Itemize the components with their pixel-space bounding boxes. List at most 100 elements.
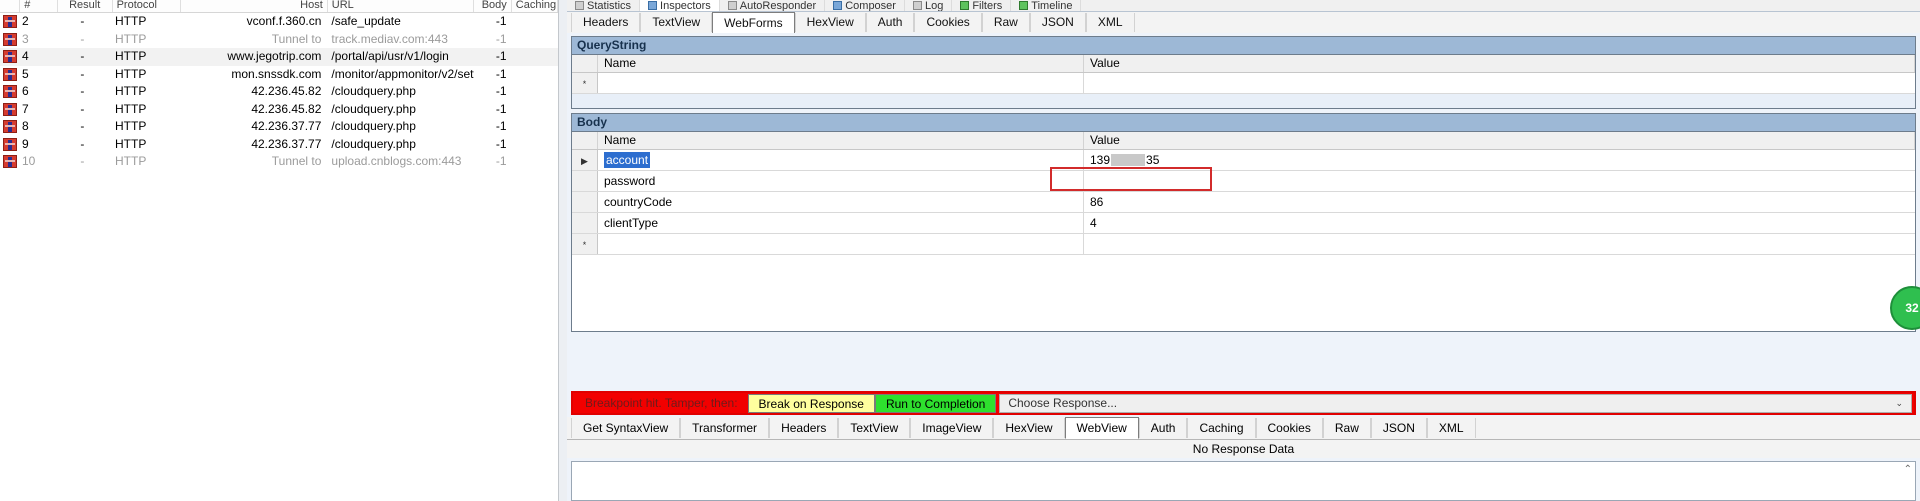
body-name-cell[interactable]: password — [598, 171, 1084, 191]
response-tab-cookies[interactable]: Cookies — [1255, 418, 1323, 438]
body-row[interactable]: ▶ account 139 35 — [572, 150, 1915, 171]
body-name-cell[interactable] — [598, 234, 1084, 254]
body-value-cell[interactable]: 4 — [1084, 213, 1915, 233]
session-row[interactable]: 7 - HTTP 42.236.45.82/cloudquery.php -1 — [0, 101, 558, 119]
querystring-grid[interactable]: QueryString Name Value * — [571, 36, 1916, 109]
toolbar-tab-label: Composer — [845, 0, 896, 11]
querystring-name-header[interactable]: Name — [598, 55, 1084, 72]
body-name-cell[interactable]: account — [598, 150, 1084, 170]
response-tab-caching[interactable]: Caching — [1187, 418, 1256, 438]
session-protocol: HTTP — [115, 49, 147, 63]
body-value-cell[interactable]: 139 35 — [1084, 150, 1915, 170]
session-body-size: -1 — [495, 14, 507, 28]
querystring-value-cell[interactable] — [1084, 73, 1915, 93]
column-header-protocol[interactable]: Protocol — [113, 0, 182, 12]
body-row-marker[interactable]: * — [572, 234, 598, 254]
session-row[interactable]: 4 - HTTP www.jegotrip.com/portal/api/usr/v1… — [0, 48, 558, 66]
body-row[interactable]: password — [572, 171, 1915, 192]
session-row[interactable]: 6 - HTTP 42.236.45.82/cloudquery.php -1 — [0, 83, 558, 101]
body-grid[interactable]: Body Name Value ▶ account 139 35 password cou… — [571, 113, 1916, 332]
row-marker-icon: * — [582, 240, 587, 250]
request-tab-raw[interactable]: Raw — [981, 13, 1030, 32]
toolbar-tab-timeline[interactable]: Timeline — [1011, 0, 1082, 11]
toolbar-tab-filters[interactable]: Filters — [952, 0, 1012, 11]
body-value-cell[interactable]: 86 — [1084, 192, 1915, 212]
toolbar-tab-autoresponder[interactable]: AutoResponder — [720, 0, 826, 11]
session-row[interactable]: 9 - HTTP 42.236.37.77/cloudquery.php -1 — [0, 136, 558, 154]
response-tab-json[interactable]: JSON — [1370, 418, 1427, 438]
session-row[interactable]: 3 - HTTP Tunnel to track.mediav.com:443 -1 — [0, 31, 558, 49]
response-inspector-tabs[interactable]: Get SyntaxView Transformer Headers TextView… — [567, 417, 1920, 440]
session-row[interactable]: 10 - HTTP Tunnel to upload.cnblogs.com:443 -1 — [0, 153, 558, 171]
breakpoint-icon — [3, 120, 17, 134]
body-name-cell[interactable]: countryCode — [598, 192, 1084, 212]
querystring-value-header[interactable]: Value — [1084, 55, 1915, 72]
querystring-row[interactable]: * — [572, 73, 1915, 94]
break-on-response-button[interactable]: Break on Response — [747, 393, 875, 413]
chevron-down-icon: ⌄ — [1895, 397, 1903, 408]
request-tab-auth[interactable]: Auth — [865, 13, 915, 32]
request-tab-hexview[interactable]: HexView — [794, 13, 866, 32]
response-tab-auth[interactable]: Auth — [1138, 418, 1188, 438]
body-row[interactable]: * — [572, 234, 1915, 255]
response-tab-raw[interactable]: Raw — [1322, 418, 1371, 438]
column-header-caching[interactable]: Caching — [512, 0, 558, 12]
run-to-completion-button[interactable]: Run to Completion — [874, 393, 997, 413]
response-tab-hexview[interactable]: HexView — [993, 418, 1065, 438]
session-number: 9 — [22, 136, 29, 151]
choose-response-dropdown[interactable]: Choose Response... ⌄ — [999, 393, 1912, 413]
column-header-icon[interactable] — [0, 0, 21, 12]
session-host: vconf.f.360.cn — [246, 14, 322, 28]
webforms-view: QueryString Name Value * Body Name Value… — [567, 33, 1920, 332]
session-number: 4 — [22, 49, 29, 63]
breakpoint-icon — [3, 102, 17, 116]
request-inspector-tabs[interactable]: Headers TextView WebForms HexView Auth Cookie… — [567, 11, 1920, 34]
column-header-number[interactable]: # — [20, 0, 58, 12]
column-header-result[interactable]: Result — [58, 0, 113, 12]
body-row-marker[interactable] — [572, 171, 598, 191]
body-row-marker[interactable] — [572, 192, 598, 212]
body-name-header[interactable]: Name — [598, 132, 1084, 149]
body-row[interactable]: clientType 4 — [572, 213, 1915, 234]
column-header-url[interactable]: URL — [328, 0, 475, 12]
session-host: www.jegotrip.com — [227, 49, 322, 63]
request-tab-textview[interactable]: TextView — [640, 13, 713, 32]
toolbar-tab-inspectors[interactable]: Inspectors — [640, 0, 720, 11]
app-toolbar[interactable]: Statistics Inspectors AutoResponder Compose… — [567, 0, 1920, 12]
toolbar-tab-composer[interactable]: Composer — [825, 0, 905, 11]
session-row[interactable]: 5 - HTTP mon.snssdk.com/monitor/appmonitor/… — [0, 66, 558, 84]
column-header-body[interactable]: Body — [474, 0, 512, 12]
session-number: 2 — [22, 14, 29, 28]
request-tab-xml[interactable]: XML — [1085, 13, 1135, 32]
session-list[interactable]: # Result Protocol Host URL Body Caching … — [0, 0, 558, 501]
body-value-cell[interactable] — [1084, 171, 1915, 191]
session-row[interactable]: 2 - HTTP vconf.f.360.cn/safe_update -1 — [0, 13, 558, 31]
response-tab-imageview[interactable]: ImageView — [910, 418, 994, 438]
response-tab-webview[interactable]: WebView — [1064, 417, 1139, 439]
toolbar-tab-statistics[interactable]: Statistics — [567, 0, 641, 11]
scroll-up-icon[interactable]: ⌃ — [1904, 464, 1912, 475]
response-tab-textview[interactable]: TextView — [838, 418, 911, 438]
body-row-marker[interactable] — [572, 213, 598, 233]
querystring-name-cell[interactable] — [598, 73, 1084, 93]
body-value-header[interactable]: Value — [1084, 132, 1915, 149]
response-tab-headers[interactable]: Headers — [769, 418, 839, 438]
request-tab-webforms[interactable]: WebForms — [712, 11, 795, 34]
toolbar-tab-log[interactable]: Log — [905, 0, 953, 11]
response-tab-get-syntaxview[interactable]: Get SyntaxView — [571, 418, 681, 438]
body-name-cell[interactable]: clientType — [598, 213, 1084, 233]
body-row-marker[interactable]: ▶ — [572, 150, 598, 170]
body-value-cell[interactable] — [1084, 234, 1915, 254]
column-header-host[interactable]: Host — [181, 0, 328, 12]
inspector-panel: Statistics Inspectors AutoResponder Compose… — [567, 0, 1920, 501]
body-row[interactable]: countryCode 86 — [572, 192, 1915, 213]
response-tab-xml[interactable]: XML — [1426, 418, 1476, 438]
session-host: 42.236.45.82 — [251, 101, 322, 116]
request-tab-json[interactable]: JSON — [1029, 13, 1086, 32]
request-tab-cookies[interactable]: Cookies — [914, 13, 982, 32]
querystring-row-marker[interactable]: * — [572, 73, 598, 93]
response-tab-transformer[interactable]: Transformer — [680, 418, 770, 438]
request-tab-headers[interactable]: Headers — [571, 13, 641, 32]
session-number: 10 — [22, 154, 36, 168]
session-row[interactable]: 8 - HTTP 42.236.37.77/cloudquery.php -1 — [0, 118, 558, 136]
